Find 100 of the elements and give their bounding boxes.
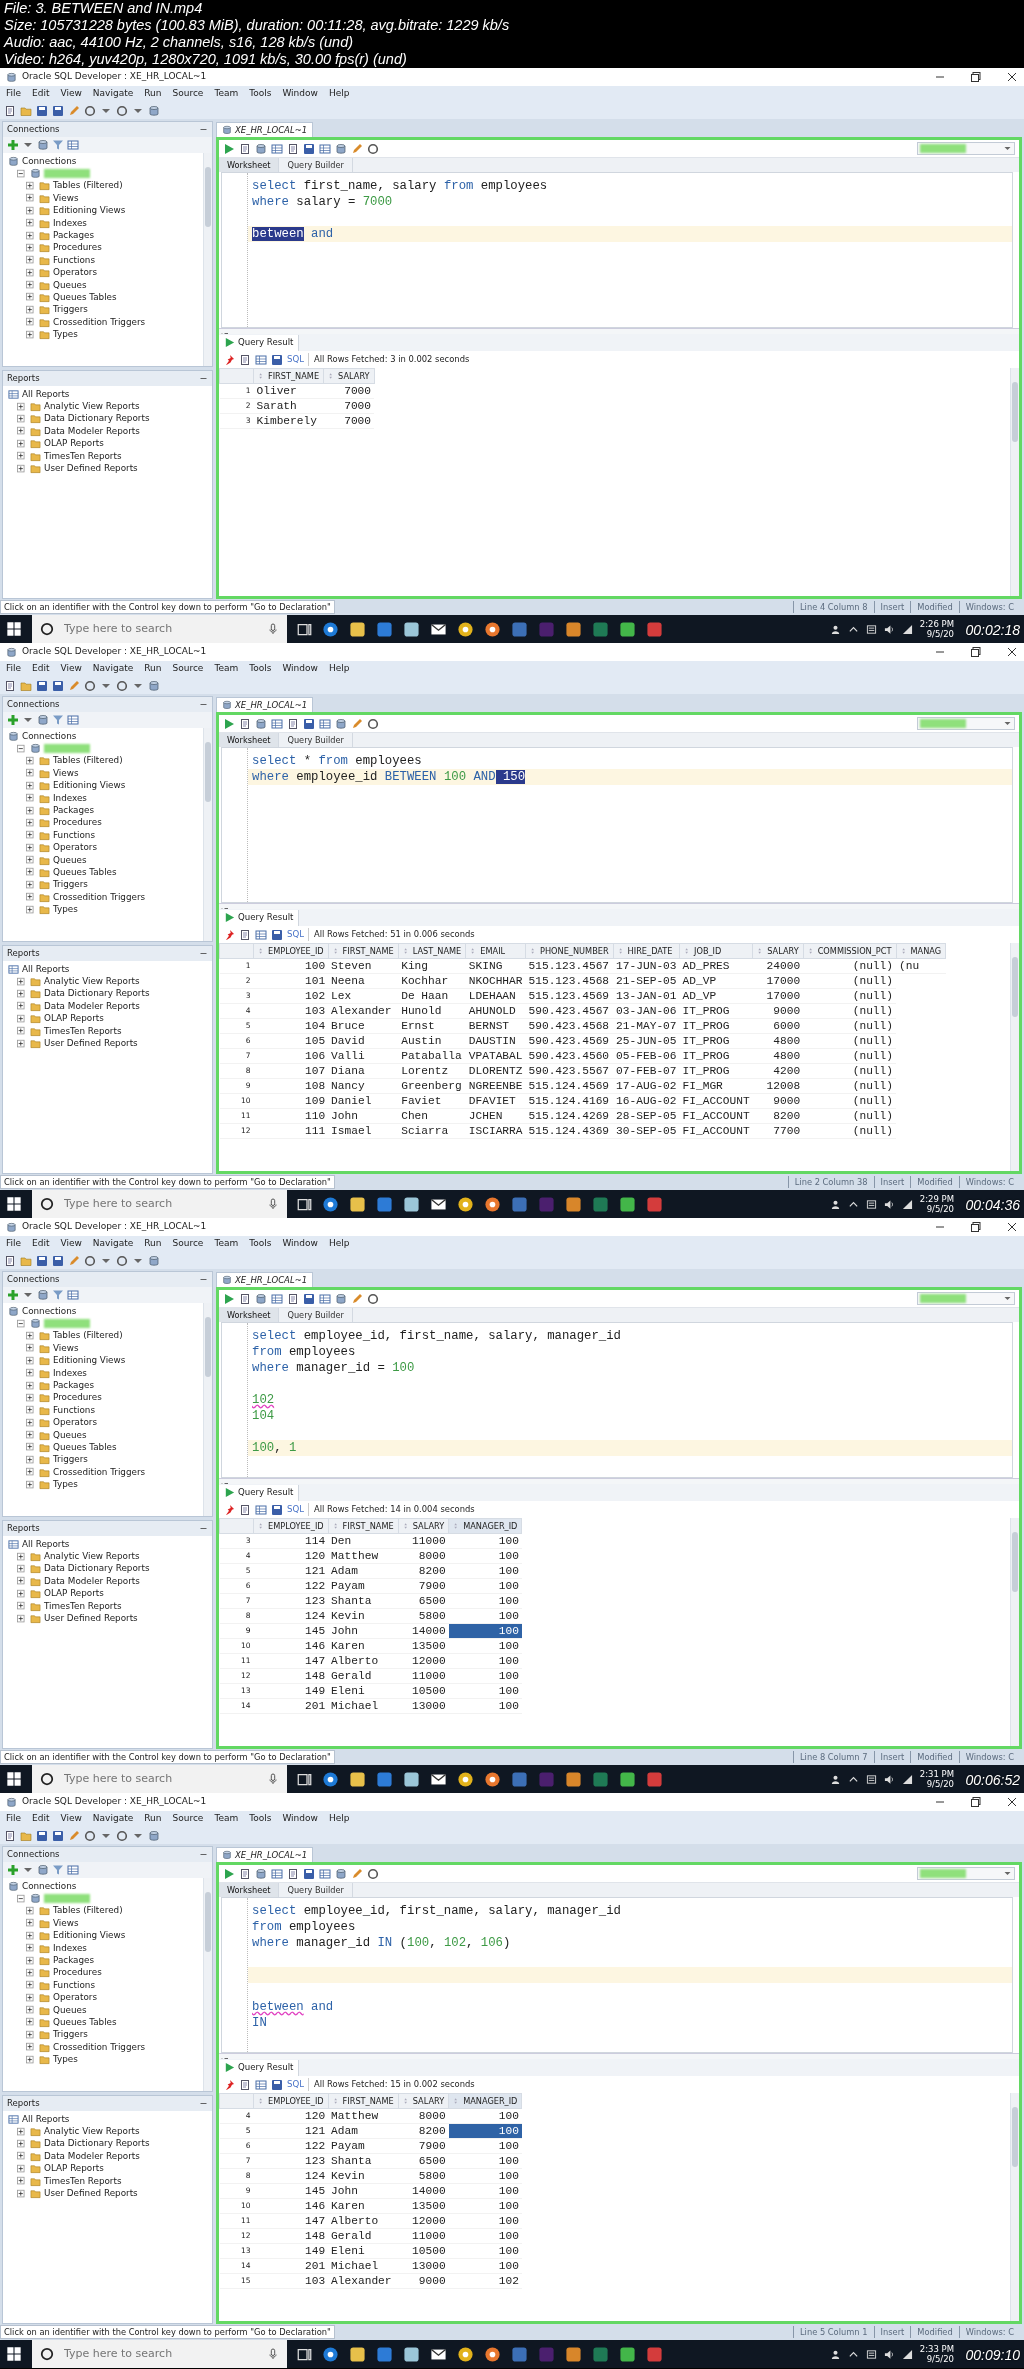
expand-icon[interactable] [26,193,36,204]
menu-item[interactable]: Team [214,1237,239,1251]
document-icon[interactable] [239,142,251,155]
expand-icon[interactable] [26,1967,36,1978]
sql-link[interactable]: SQL [287,2078,304,2091]
people-icon[interactable] [829,623,841,635]
restore-icon[interactable] [970,646,982,658]
pin-icon[interactable] [223,928,235,941]
expand-icon[interactable] [17,1601,27,1612]
tree-item[interactable]: TimesTen Reports [44,1024,122,1038]
database-icon[interactable] [37,139,49,151]
save-icon[interactable] [36,679,48,692]
document-icon[interactable] [239,2078,251,2091]
tree-item[interactable]: Analytic View Reports [44,2125,140,2139]
people-icon[interactable] [829,1198,841,1210]
menu-item[interactable]: Help [328,1812,350,1826]
expand-icon[interactable] [26,2054,36,2065]
expand-icon[interactable] [17,988,27,999]
signal-icon[interactable] [901,623,913,635]
table-icon[interactable] [255,353,267,366]
expand-icon[interactable] [26,867,36,878]
tree-item[interactable]: Queues [53,1428,87,1442]
menu-item[interactable]: Window [282,87,318,101]
expand-icon[interactable] [26,855,36,866]
tree-item[interactable]: Triggers [53,2028,88,2042]
column-header[interactable]: HIRE_DATE [613,943,680,959]
database-icon[interactable] [255,142,267,155]
run-icon[interactable] [223,1292,235,1305]
expand-icon[interactable] [17,1038,27,1049]
column-header[interactable]: FIRST_NAME [253,368,324,384]
tree-item[interactable]: Editioning Views [53,1929,126,1943]
menu-item[interactable]: Run [144,662,162,676]
expand-icon[interactable] [26,1467,36,1478]
column-header[interactable]: EMPLOYEE_ID [253,2093,329,2109]
expand-icon[interactable] [26,1405,36,1416]
scrollbar[interactable] [203,728,212,941]
tree-item[interactable]: Operators [53,1416,97,1430]
expand-icon[interactable] [26,1955,36,1966]
collapse-icon[interactable] [17,1318,27,1329]
circle-icon[interactable] [367,717,379,730]
tree-item[interactable]: User Defined Reports [44,1611,138,1626]
expand-icon[interactable] [17,2176,27,2187]
expand-icon[interactable] [26,1368,36,1379]
speaker-icon[interactable] [883,2348,895,2360]
filter-icon[interactable] [52,714,64,726]
expand-icon[interactable] [26,830,36,841]
document-tab[interactable]: XE_HR_LOCAL~1 [216,122,314,137]
table-icon[interactable] [271,1867,283,1880]
scrollbar[interactable] [1010,368,1019,596]
tree-item[interactable]: TimesTen Reports [44,449,122,463]
tree-item[interactable]: User Defined Reports [44,2186,138,2201]
menu-item[interactable]: Source [172,87,204,101]
search-bar[interactable]: Type here to search [32,615,287,643]
expand-icon[interactable] [17,1563,27,1574]
tree-item[interactable]: Tables (Filtered) [53,179,123,193]
menu-item[interactable]: Help [328,662,350,676]
tree-item[interactable]: Operators [53,841,97,855]
table-icon[interactable] [271,142,283,155]
document-icon[interactable] [287,142,299,155]
database-icon[interactable] [148,104,160,117]
browser-icon[interactable] [322,620,339,638]
search-bar[interactable]: Type here to search [32,1190,287,1218]
menu-item[interactable]: Navigate [92,87,134,101]
search-input[interactable]: Type here to search [62,1769,259,1789]
tree-item[interactable]: Analytic View Reports [44,975,140,989]
tree-item[interactable]: Tables (Filtered) [53,1329,123,1343]
tree-item[interactable]: Data Dictionary Reports [44,1562,150,1576]
scrollbar[interactable] [1010,2093,1019,2321]
collapse-icon[interactable] [17,1893,27,1904]
tree-item[interactable]: All Reports [22,1537,70,1551]
windows-start-icon[interactable] [6,2346,22,2362]
tree-item[interactable]: Packages [53,1953,95,1968]
tree-item[interactable]: Queues Tables [53,865,117,880]
table-icon[interactable] [319,142,331,155]
expand-icon[interactable] [26,2029,36,2040]
worksheet-tab[interactable]: Worksheet [219,158,280,172]
restore-icon[interactable] [970,71,982,83]
expand-icon[interactable] [26,1442,36,1453]
table-icon[interactable] [319,1867,331,1880]
save-icon[interactable] [36,104,48,117]
app-icon[interactable] [403,620,420,638]
browser-icon[interactable] [484,620,501,638]
save-icon[interactable] [303,1867,315,1880]
tree-item[interactable]: Data Modeler Reports [44,2149,140,2163]
pin-icon[interactable] [223,353,235,366]
menu-item[interactable]: View [60,87,82,101]
save-icon[interactable] [271,353,283,366]
tree-item[interactable]: Indexes [53,791,87,805]
scrollbar[interactable] [203,153,212,366]
speaker-icon[interactable] [883,1773,895,1785]
tree-item[interactable]: Analytic View Reports [44,1550,140,1564]
menu-item[interactable]: Edit [32,87,50,101]
table-icon[interactable] [271,717,283,730]
browser-icon[interactable] [484,1195,501,1213]
tree-item[interactable]: Triggers [53,878,88,892]
windows-start-icon[interactable] [6,1771,22,1787]
tree-item[interactable]: Connections [22,1879,77,1893]
tree-item[interactable]: Crossedition Triggers [53,1465,146,1479]
menu-item[interactable]: Navigate [92,1812,134,1826]
menu-item[interactable]: Tools [249,87,272,101]
